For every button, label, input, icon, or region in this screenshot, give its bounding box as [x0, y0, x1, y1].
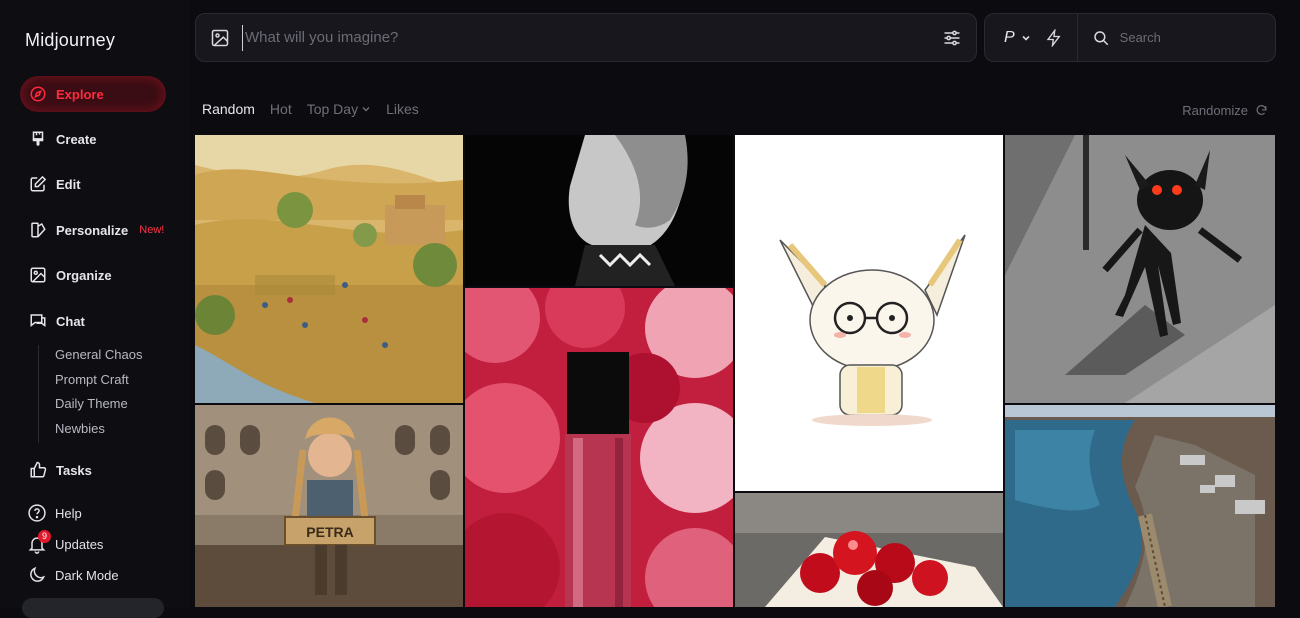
chat-icon	[30, 314, 46, 328]
randomize-button[interactable]: Randomize	[1182, 103, 1268, 118]
gallery-image-perfume-roses[interactable]	[465, 288, 733, 607]
sliders-settings-icon[interactable]	[942, 28, 962, 48]
tab-top-day[interactable]: Top Day	[307, 101, 371, 117]
help-icon	[28, 504, 46, 522]
gallery-image-river-aerial[interactable]	[1005, 405, 1275, 607]
thumbs-up-icon	[30, 461, 47, 478]
updates-label: Updates	[55, 536, 104, 552]
help-label: Help	[55, 505, 82, 521]
nav-organize[interactable]: Organize	[20, 257, 166, 293]
nav-explore[interactable]: Explore	[20, 76, 166, 112]
chat-room-general-chaos[interactable]: General Chaos	[55, 345, 142, 370]
nav-label: Personalize	[56, 222, 129, 238]
gallery-image-cherry-dessert[interactable]	[735, 493, 1003, 607]
top-right-bar: P	[984, 13, 1276, 62]
chat-room-daily-theme[interactable]: Daily Theme	[55, 394, 142, 419]
nav-label: Edit	[56, 176, 81, 192]
divider	[1076, 13, 1078, 62]
prompt-bar	[195, 13, 977, 62]
creature-art	[1005, 135, 1275, 403]
gallery-image-creature[interactable]	[1005, 135, 1275, 403]
cherry-dessert-art	[735, 493, 1003, 607]
updates-link[interactable]: 9 Updates	[27, 530, 104, 554]
search-icon	[1093, 30, 1108, 45]
chevron-down-icon	[362, 107, 370, 112]
nav-personalize[interactable]: Personalize New!	[20, 212, 166, 248]
gallery-image-fox-sketch[interactable]	[735, 135, 1003, 491]
moon-icon	[30, 566, 46, 582]
nav-chat[interactable]: Chat	[20, 303, 166, 339]
nav-label: Explore	[56, 86, 104, 102]
perfume-roses-art	[465, 288, 733, 607]
gallery-image-village-painting[interactable]	[195, 135, 463, 403]
updates-count-badge: 9	[38, 530, 51, 543]
tab-likes[interactable]: Likes	[386, 101, 419, 117]
image-upload-icon[interactable]	[210, 28, 230, 48]
new-badge: New!	[139, 224, 165, 236]
nav-tasks[interactable]: Tasks	[20, 452, 166, 488]
search-input[interactable]	[1117, 29, 1272, 46]
brush-icon	[32, 131, 44, 146]
dark-mode-toggle[interactable]: Dark Mode	[27, 565, 119, 585]
anime-portrait-art	[465, 135, 733, 286]
compass-icon	[30, 86, 46, 102]
search-box	[1092, 29, 1272, 47]
edit-icon	[30, 175, 47, 192]
nav-create[interactable]: Create	[20, 121, 166, 157]
nav-label: Create	[56, 131, 97, 147]
nav-label: Organize	[56, 267, 112, 283]
petra-sign-text: PETRA	[306, 524, 353, 540]
brand-logo-text[interactable]: Midjourney	[25, 30, 115, 51]
prompt-input[interactable]	[242, 24, 942, 51]
profile-label: P	[1004, 28, 1015, 46]
profile-selector-button[interactable]: P	[1004, 29, 1031, 47]
tab-top-day-label: Top Day	[306, 101, 359, 117]
personalize-icon	[31, 222, 46, 238]
fox-sketch-art	[735, 135, 1003, 491]
chevron-down-icon	[1022, 35, 1030, 41]
river-aerial-art	[1005, 405, 1275, 607]
image-gallery: PETRA	[195, 135, 1275, 607]
nav-label: Tasks	[56, 462, 92, 478]
feed-tabs: Random Hot Top Day Likes	[202, 101, 419, 117]
gallery-image-anime-portrait[interactable]	[465, 135, 733, 286]
tab-random[interactable]: Random	[202, 101, 255, 117]
updates-icon-wrap: 9	[27, 530, 51, 554]
nav-edit[interactable]: Edit	[20, 166, 166, 202]
randomize-label: Randomize	[1182, 103, 1248, 118]
gallery-image-colosseum-child[interactable]: PETRA	[195, 405, 463, 607]
colosseum-child-art: PETRA	[195, 405, 463, 607]
chat-room-list: General Chaos Prompt Craft Daily Theme N…	[38, 345, 142, 443]
chat-room-prompt-craft[interactable]: Prompt Craft	[55, 370, 142, 395]
lightning-bolt-icon[interactable]	[1045, 28, 1063, 47]
profile-pill[interactable]	[22, 598, 164, 618]
tab-hot[interactable]: Hot	[270, 101, 292, 117]
nav-label: Chat	[56, 313, 85, 329]
image-folder-icon	[30, 267, 46, 283]
dark-mode-label: Dark Mode	[55, 567, 119, 583]
refresh-icon	[1256, 105, 1267, 115]
chat-room-newbies[interactable]: Newbies	[55, 419, 142, 444]
village-painting-art	[195, 135, 463, 403]
help-link[interactable]: Help	[27, 503, 82, 523]
sidebar: Midjourney Explore Create Edit Personali…	[0, 0, 190, 618]
